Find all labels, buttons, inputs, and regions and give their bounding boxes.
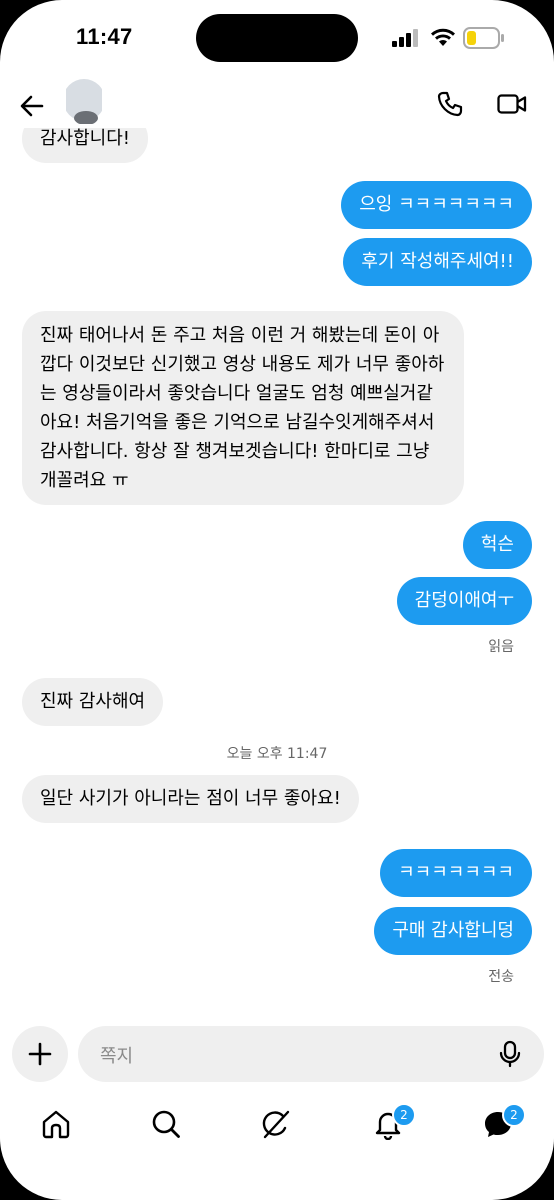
sent-receipt: 전송 — [488, 969, 514, 985]
message-bubble-in[interactable]: 감사합니다! — [22, 128, 149, 163]
home-icon[interactable] — [40, 1108, 72, 1140]
back-icon[interactable] — [18, 92, 46, 120]
message-bubble-out[interactable]: 헉슨 — [462, 521, 532, 569]
search-icon[interactable] — [150, 1108, 182, 1140]
notifications-badge: 2 — [392, 1103, 416, 1127]
message-bubble-out[interactable]: 으잉 ㅋㅋㅋㅋㅋㅋㅋ — [341, 181, 532, 229]
video-icon[interactable] — [497, 93, 527, 115]
avatar[interactable] — [62, 78, 102, 124]
screen: 11:47 감사합니다! 으잉 ㅋㅋㅋㅋㅋㅋㅋ 후기 작성해주세여!! 진짜 태… — [0, 0, 554, 1200]
message-bubble-out[interactable]: 구매 감사합니덩 — [374, 907, 532, 955]
status-time: 11:47 — [76, 24, 133, 49]
plus-icon — [28, 1042, 52, 1066]
mic-icon[interactable] — [498, 1040, 522, 1068]
read-receipt: 읽음 — [488, 639, 514, 655]
phone-frame: 11:47 감사합니다! 으잉 ㅋㅋㅋㅋㅋㅋㅋ 후기 작성해주세여!! 진짜 태… — [0, 0, 554, 1200]
signal-icon — [392, 29, 418, 47]
battery-icon — [463, 27, 504, 49]
add-attachment-button[interactable] — [12, 1026, 68, 1082]
message-input[interactable]: 쪽지 — [78, 1026, 544, 1082]
message-bubble-out[interactable]: ㅋㅋㅋㅋㅋㅋㅋ — [380, 849, 532, 897]
message-bubble-in[interactable]: 진짜 감사해여 — [22, 678, 164, 726]
timestamp: 오늘 오후 11:47 — [226, 746, 328, 762]
grok-icon[interactable] — [260, 1108, 292, 1140]
phone-icon[interactable] — [437, 91, 463, 117]
message-input-placeholder: 쪽지 — [100, 1046, 134, 1067]
dynamic-island — [196, 14, 358, 62]
bottom-nav: 2 2 — [0, 1098, 554, 1158]
message-bubble-in[interactable]: 일단 사기가 아니라는 점이 너무 좋아요! — [22, 775, 359, 823]
status-bar: 11:47 — [0, 0, 554, 78]
message-bubble-out[interactable]: 감덩이애여ㅜ — [396, 577, 532, 625]
messages-badge: 2 — [502, 1103, 526, 1127]
message-bubble-out[interactable]: 후기 작성해주세여!! — [343, 238, 532, 286]
message-bubble-in[interactable]: 진짜 태어나서 돈 주고 처음 이런 거 해봤는데 돈이 아깝다 이것보단 신기… — [22, 311, 464, 505]
wifi-icon — [431, 28, 455, 46]
message-list: 감사합니다! 으잉 ㅋㅋㅋㅋㅋㅋㅋ 후기 작성해주세여!! 진짜 태어나서 돈 … — [0, 128, 554, 1008]
